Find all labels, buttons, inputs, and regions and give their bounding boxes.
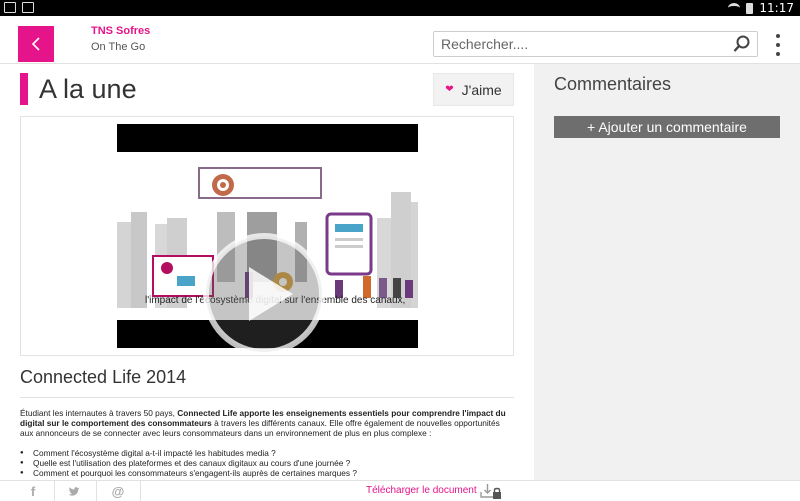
list-item: Quelle est l'utilisation des plateformes… [20,458,514,468]
app-subtitle: On The Go [91,41,146,53]
title-accent-bar [20,73,28,105]
page-title: A la une [39,74,137,104]
gallery-notification-icon [4,2,16,13]
footer-divider [96,481,97,501]
twitter-icon[interactable] [54,482,94,500]
article-bullet-list: Comment l'écosystème digital a-t-il impa… [20,448,514,478]
overflow-menu-icon[interactable] [774,34,782,56]
download-lock-icon[interactable] [480,482,502,500]
email-icon[interactable]: @ [98,482,138,500]
letterbox-top [117,124,418,152]
footer-divider [140,481,141,501]
article-title: Connected Life 2014 [20,367,187,387]
status-bar: 11:17 [0,0,800,16]
list-item: Comment et pourquoi les consommateurs s'… [20,468,514,478]
article-divider [20,397,514,398]
download-notification-icon [22,2,34,13]
search-icon[interactable] [733,35,751,53]
search-input[interactable] [434,32,724,56]
facebook-icon[interactable]: f [13,482,53,500]
comments-title: Commentaires [554,74,672,94]
comments-panel: Commentaires + Ajouter un commentaire [534,64,800,480]
status-time: 11:17 [759,1,794,15]
wifi-icon [728,3,741,13]
app-header: TNS Sofres On The Go [0,16,800,64]
add-comment-button[interactable]: + Ajouter un commentaire [554,116,780,138]
chevron-left-icon [31,37,40,51]
like-button[interactable]: ❤ J'aime [433,73,514,106]
app-title: TNS Sofres [91,25,151,37]
heart-icon: ❤ [445,84,454,95]
back-button[interactable] [18,26,54,62]
search-box [433,31,758,57]
download-document-link[interactable]: Télécharger le document [366,485,477,496]
article-intro: Étudiant les internautes à travers 50 pa… [20,408,178,418]
list-item: Comment l'écosystème digital a-t-il impa… [20,448,514,458]
footer-bar: f @ Télécharger le document [0,480,800,501]
like-label: J'aime [461,81,502,98]
article-body: Étudiant les internautes à travers 50 pa… [20,408,514,438]
battery-icon [746,2,754,14]
video-card: l'impact de l'écosystème digital sur l'e… [20,116,514,356]
play-icon[interactable] [199,229,329,359]
main-content: A la une ❤ J'aime l'impact de l'ensemble… [0,64,534,480]
